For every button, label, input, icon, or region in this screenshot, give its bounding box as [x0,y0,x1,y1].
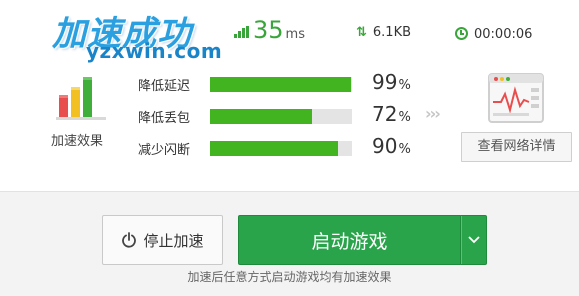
latency-bar-fill [210,77,351,92]
packet-loss-bar [210,109,352,124]
effect-label: 加速效果 [51,134,104,149]
stop-acceleration-label: 停止加速 [143,231,204,250]
acceleration-hint: 加速后任意方式启动游戏均有加速效果 [187,270,392,284]
up-down-arrows-icon: ⇅ [356,25,367,40]
ping-unit: ms [285,27,305,42]
metric-label-latency: 降低延迟 [138,79,191,94]
disconnect-bar-fill [210,141,338,156]
clock-icon [455,27,468,40]
bar-chart-icon [56,77,106,120]
latency-bar [210,77,352,92]
ping-stat: 35 ms [234,16,305,44]
disconnect-value: 90% [372,134,411,158]
start-game-label: 启动游戏 [311,230,388,253]
watermark: yzxwin.com [86,39,223,63]
signal-icon [234,26,249,38]
chevron-down-icon [467,236,480,244]
stop-acceleration-button[interactable]: 停止加速 [102,215,223,265]
network-monitor-icon [488,73,544,123]
packet-loss-bar-fill [210,109,313,124]
speed-stat: ⇅ 6.1KB [356,25,411,40]
start-options-dropdown[interactable] [460,215,487,265]
chevron-right-icon: ››› [425,104,441,123]
elapsed-value: 00:00:06 [474,27,533,42]
speed-value: 6.1KB [372,25,412,40]
ping-value: 35 [253,16,284,44]
disconnect-bar [210,141,352,156]
power-icon [122,232,137,248]
elapsed-stat: 00:00:06 [455,25,532,42]
metric-label-packet-loss: 降低丢包 [138,111,191,126]
metric-label-disconnect: 减少闪断 [138,143,191,158]
start-game-button[interactable]: 启动游戏 [238,215,460,265]
latency-value: 99% [372,70,411,94]
network-detail-button[interactable]: 查看网络详情 [461,132,572,162]
packet-loss-value: 72% [372,102,411,126]
